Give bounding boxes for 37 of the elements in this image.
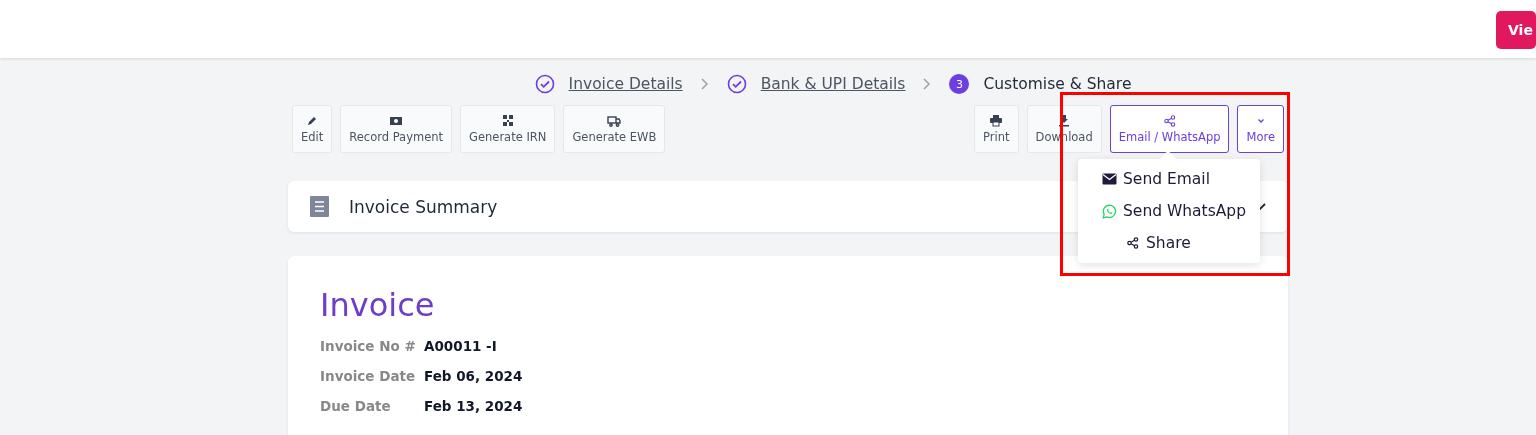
menu-item[interactable]: Share <box>1078 227 1191 259</box>
whatsapp-icon <box>1102 203 1117 219</box>
summary-title: Invoice Summary <box>349 196 498 217</box>
action-button[interactable]: More <box>1237 105 1284 153</box>
download-icon <box>1057 114 1072 127</box>
action-button[interactable]: Print <box>974 105 1019 153</box>
step-link[interactable]: Invoice Details <box>568 75 683 93</box>
menu-item[interactable]: Send WhatsApp <box>1078 195 1247 227</box>
share-icon <box>1162 114 1177 127</box>
field-value: Feb 06, 2024 <box>424 368 524 384</box>
menu-item[interactable]: Send Email <box>1078 163 1210 195</box>
action-button[interactable]: Record Payment <box>340 105 453 153</box>
action-button[interactable]: Email / WhatsApp <box>1109 105 1230 153</box>
field-label: Invoice No # <box>320 338 417 354</box>
step-link[interactable]: Bank & UPI Details <box>760 75 906 93</box>
field-value: Feb 13, 2024 <box>424 398 524 414</box>
action-button[interactable]: Generate IRN <box>460 105 556 153</box>
check-circle-icon <box>534 74 555 94</box>
printer-icon <box>989 114 1004 127</box>
chevron-right-icon <box>700 78 709 90</box>
chevron-right-icon <box>923 78 932 90</box>
view-button[interactable]: Vie <box>1496 11 1536 49</box>
field-value: A00011 -I <box>424 338 498 354</box>
check-circle-icon <box>726 74 747 94</box>
invoice-title: Invoice <box>320 286 436 324</box>
action-button[interactable]: Generate EWB <box>563 105 666 153</box>
field-label: Invoice Date <box>320 368 417 384</box>
field-label: Due Date <box>320 398 392 414</box>
banknote-icon <box>389 114 404 127</box>
document-icon <box>310 196 329 217</box>
truck-icon <box>607 114 622 127</box>
step-label: Customise & Share <box>983 75 1132 93</box>
qr-code-icon <box>500 114 515 127</box>
envelope-icon <box>1102 173 1117 185</box>
action-button[interactable]: Edit <box>292 105 333 153</box>
step-number: 3 <box>949 74 970 94</box>
share-icon <box>1126 237 1140 249</box>
